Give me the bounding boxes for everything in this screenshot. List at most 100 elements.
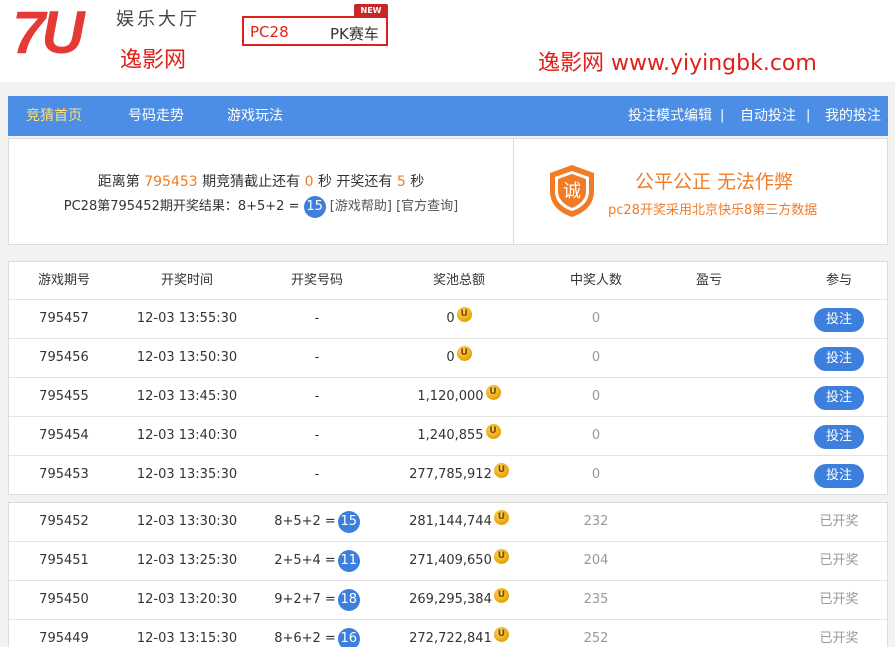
nav-home[interactable]: 竞猜首页 (26, 96, 82, 136)
row-time: 12-03 13:25:30 (136, 553, 238, 568)
row-period: 795451 (39, 553, 89, 568)
row-period: 795450 (39, 592, 89, 607)
col-profit: 盈亏 (695, 273, 722, 288)
row-period: 795452 (39, 514, 89, 529)
new-badge: NEW (354, 4, 388, 18)
watermark-left: 逸影网 (120, 48, 187, 73)
table-row: 795451 12-03 13:25:30 2+5+4 = 11 271,409,… (9, 542, 887, 581)
rounds-table-pending: 游戏期号 开奖时间 开奖号码 奖池总额 中奖人数 盈亏 参与 795457 12… (8, 261, 888, 495)
pool-amount: 269,295,384 (409, 592, 492, 607)
row-time: 12-03 13:50:30 (136, 350, 238, 365)
row-code: - (314, 311, 320, 326)
last-result-ball: 15 (303, 195, 326, 218)
coin-icon: U (485, 424, 501, 439)
row-period: 795457 (39, 311, 89, 326)
table-row: 795457 12-03 13:55:30 - 0U 0 投注 (9, 300, 887, 339)
countdown-line: 距离第 795453 期竞猜截止还有 0 秒 开奖还有 5 秒 (9, 171, 513, 191)
row-time: 12-03 13:45:30 (136, 389, 238, 404)
table-row: 795453 12-03 13:35:30 - 277,785,912 U 0 投… (9, 456, 887, 495)
row-winners: 0 (591, 428, 601, 443)
opened-status: 已开奖 (819, 592, 859, 607)
row-winners: 232 (583, 514, 609, 529)
draw-formula: 8+5+2 = (274, 514, 336, 529)
site-header: 7U 娱乐大厅 逸影网 PC28 PK赛车 NEW 逸影网 www.yiying… (0, 0, 895, 82)
game-tab-pk[interactable]: PK赛车 (330, 23, 379, 44)
pool-amount: 281,144,744 (409, 514, 492, 529)
shield-char: 诚 (563, 181, 581, 202)
nav-auto-bet[interactable]: 自动投注 (740, 96, 796, 136)
opened-status: 已开奖 (819, 631, 859, 646)
row-winners: 0 (591, 389, 601, 404)
coin-icon: U (485, 385, 501, 400)
row-time: 12-03 13:40:30 (136, 428, 238, 443)
help-link[interactable]: [游戏帮助] (330, 199, 392, 214)
result-ball: 18 (337, 588, 360, 611)
countdown-prefix: 距离第 (97, 174, 140, 190)
nav-rules[interactable]: 游戏玩法 (227, 96, 283, 136)
row-winners: 204 (583, 553, 609, 568)
row-code: 8+5+2 = 15 (257, 503, 377, 541)
row-code: 8+6+2 = 16 (257, 620, 377, 647)
row-time: 12-03 13:15:30 (136, 631, 238, 646)
row-code: - (314, 467, 320, 482)
last-result-text: PC28第795452期开奖结果：8+5+2 = (63, 199, 300, 214)
pool-amount: 272,722,841 (409, 631, 492, 646)
pool-amount: 277,785,912 (409, 467, 492, 482)
close-seconds: 0 (304, 174, 314, 190)
row-period: 795453 (39, 467, 89, 482)
coin-icon: U (493, 463, 509, 478)
row-pool: 281,144,744 U (379, 503, 539, 541)
table-header: 游戏期号 开奖时间 开奖号码 奖池总额 中奖人数 盈亏 参与 (9, 262, 887, 300)
main-nav: 竞猜首页 号码走势 游戏玩法 投注模式编辑 | 自动投注 | 我的投注 (8, 96, 888, 136)
fair-subtitle: pc28开奖采用北京快乐8第三方数据 (608, 203, 818, 218)
table-row: 795455 12-03 13:45:30 - 1,120,000 U 0 投注 (9, 378, 887, 417)
bet-button[interactable]: 投注 (814, 425, 864, 449)
col-period: 游戏期号 (37, 273, 90, 288)
row-pool: 1,240,855 U (379, 417, 539, 455)
opened-status: 已开奖 (819, 553, 859, 568)
table-row: 795456 12-03 13:50:30 - 0U 0 投注 (9, 339, 887, 378)
row-winners: 0 (591, 467, 601, 482)
draw-formula: 9+2+7 = (274, 592, 336, 607)
row-code: - (314, 428, 320, 443)
row-period: 795455 (39, 389, 89, 404)
game-tab-pc28[interactable]: PC28 (250, 23, 289, 41)
countdown-period: 795453 (144, 174, 198, 190)
nav-my-bets[interactable]: 我的投注 (825, 96, 881, 136)
site-logo[interactable]: 7U (12, 2, 85, 64)
row-code: - (314, 350, 320, 365)
nav-trend[interactable]: 号码走势 (128, 96, 184, 136)
row-time: 12-03 13:30:30 (136, 514, 238, 529)
nav-separator: | (806, 108, 811, 123)
col-action: 参与 (825, 273, 852, 288)
table-row: 795450 12-03 13:20:30 9+2+7 = 18 269,295,… (9, 581, 887, 620)
game-switcher: PC28 PK赛车 (242, 16, 388, 46)
row-pool: 269,295,384 U (379, 581, 539, 619)
pool-amount: 0 (446, 311, 455, 326)
last-result-line: PC28第795452期开奖结果：8+5+2 = 15 [游戏帮助] [官方查询… (9, 195, 513, 218)
bet-button[interactable]: 投注 (814, 464, 864, 488)
bet-button[interactable]: 投注 (814, 347, 864, 371)
row-pool: 277,785,912 U (379, 456, 539, 494)
table-row: 795449 12-03 13:15:30 8+6+2 = 16 272,722,… (9, 620, 887, 647)
shield-icon: 诚 (550, 165, 594, 217)
row-winners: 0 (591, 350, 601, 365)
draw-seconds: 5 (396, 174, 406, 190)
coin-icon: U (456, 307, 472, 322)
pool-amount: 271,409,650 (409, 553, 492, 568)
draw-formula: 2+5+4 = (274, 553, 336, 568)
table-row: 795454 12-03 13:40:30 - 1,240,855 U 0 投注 (9, 417, 887, 456)
row-period: 795449 (39, 631, 89, 646)
result-ball: 16 (337, 627, 360, 647)
nav-bet-mode[interactable]: 投注模式编辑 (628, 96, 712, 136)
pool-amount: 1,240,855 (417, 428, 484, 443)
row-period: 795456 (39, 350, 89, 365)
pool-amount: 1,120,000 (417, 389, 484, 404)
official-link[interactable]: [官方查询] (396, 199, 458, 214)
bet-button[interactable]: 投注 (814, 386, 864, 410)
opened-status: 已开奖 (819, 514, 859, 529)
nav-separator: | (720, 108, 725, 123)
bet-button[interactable]: 投注 (814, 308, 864, 332)
table-row: 795452 12-03 13:30:30 8+5+2 = 15 281,144,… (9, 503, 887, 542)
row-pool: 0U (379, 300, 539, 338)
